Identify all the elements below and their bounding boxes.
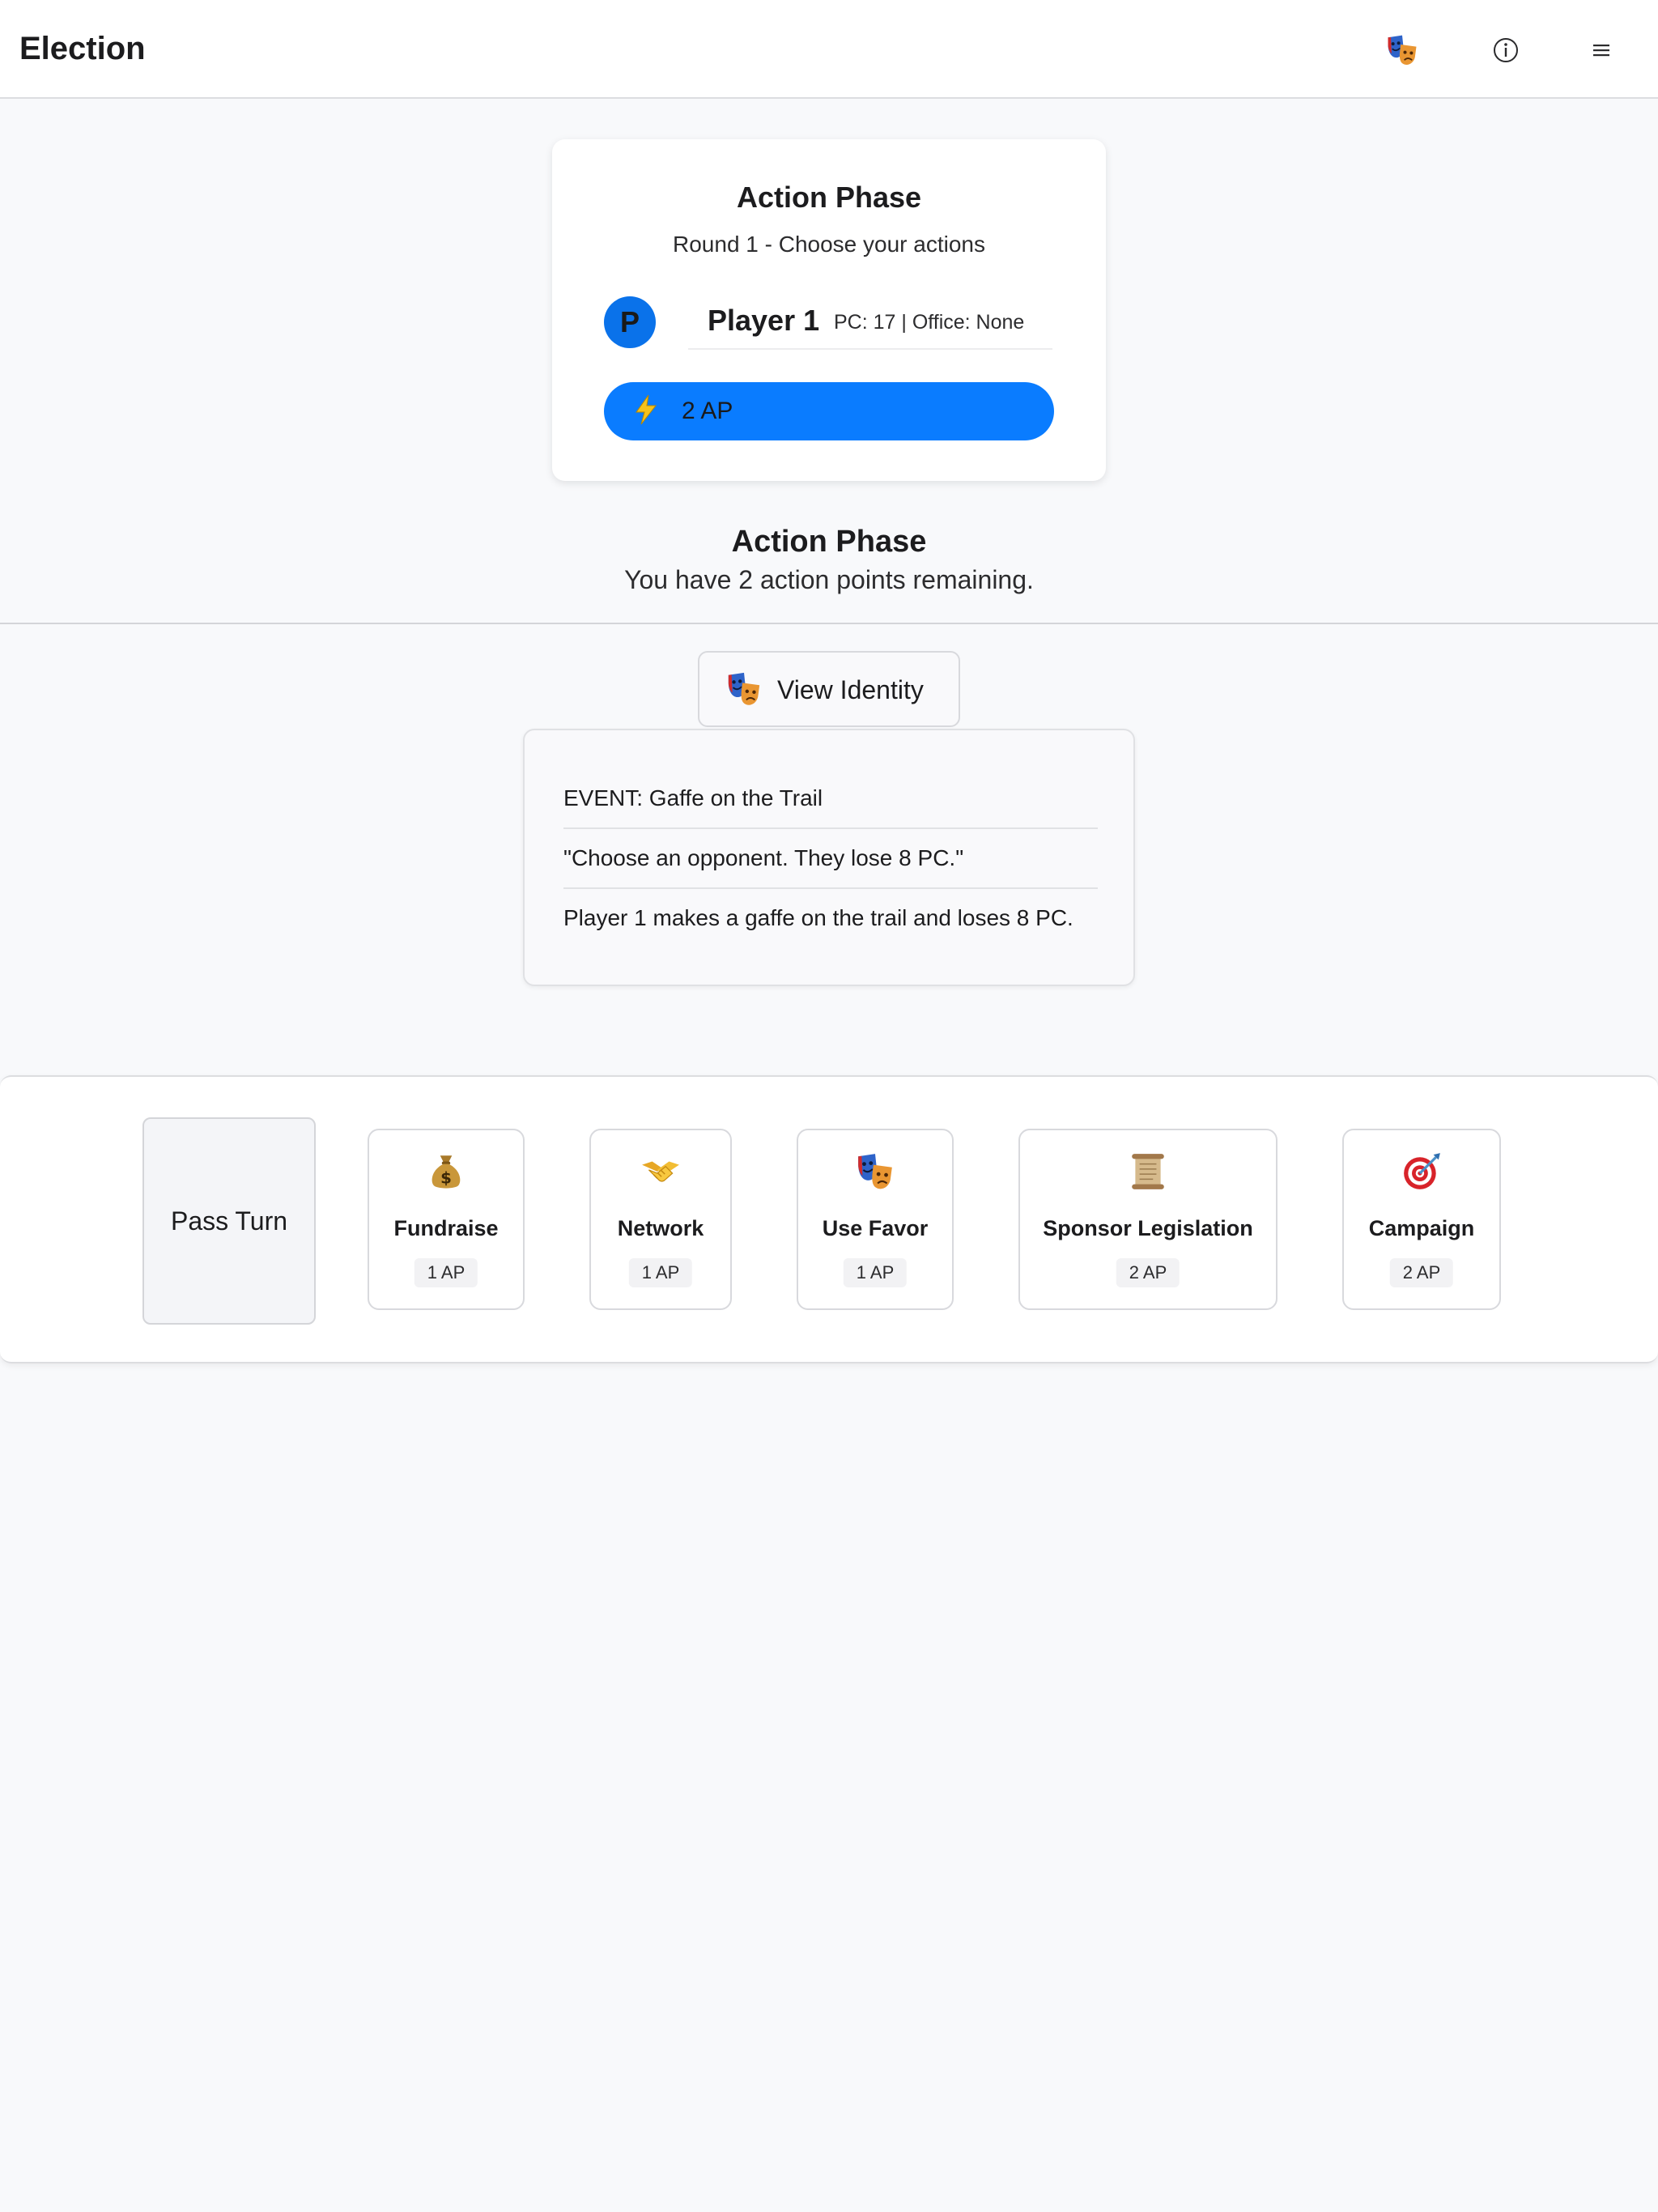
network-action-card[interactable]: Network 1 AP [589,1129,732,1310]
action-name: Sponsor Legislation [1043,1216,1253,1240]
handshake-icon [640,1151,681,1192]
action-cost-badge: 2 AP [1389,1258,1454,1287]
phase-subtitle: Round 1 - Choose your actions [673,232,985,257]
theater-masks-icon [855,1151,895,1192]
theater-masks-icon [725,670,763,708]
action-cost-badge: 1 AP [628,1258,693,1287]
status-title: Action Phase [731,525,927,559]
player-row: Player 1 PC: 17 | Office: None [688,293,1052,350]
action-points-pill[interactable]: 2 AP [604,382,1054,440]
info-icon [1494,38,1518,62]
action-name: Fundraise [393,1216,499,1240]
action-name: Campaign [1368,1216,1475,1240]
avatar: P [604,296,656,348]
money-bag-icon [426,1151,466,1192]
event-quote: "Choose an opponent. They lose 8 PC." [563,845,964,870]
view-identity-label: View Identity [777,675,924,704]
pass-turn-label: Pass Turn [170,1206,288,1236]
lightning-icon [630,393,662,426]
player-stats: PC: 17 | Office: None [834,311,1025,334]
player-name: Player 1 [708,304,820,337]
hamburger-menu-icon [1593,45,1609,57]
target-icon [1401,1151,1442,1192]
event-divider [563,827,1098,829]
divider [0,623,1658,624]
phase-title: Action Phase [736,181,922,214]
action-panel: Pass Turn Fundraise 1 AP Network 1 AP Us… [0,1075,1658,1363]
event-result: Player 1 makes a gaffe on the trail and … [563,905,1073,930]
phase-card: Action Phase Round 1 - Choose your actio… [552,139,1106,481]
fundraise-action-card[interactable]: Fundraise 1 AP [368,1129,525,1310]
identity-button[interactable] [1376,24,1428,76]
info-button[interactable] [1480,24,1532,76]
menu-button[interactable] [1575,24,1627,76]
app-title: Election [19,31,146,66]
campaign-action-card[interactable]: Campaign 2 AP [1342,1129,1501,1310]
action-cost-badge: 1 AP [843,1258,908,1287]
event-title: EVENT: Gaffe on the Trail [563,785,823,810]
action-points-label: 2 AP [682,398,733,424]
event-divider [563,887,1098,889]
action-name: Use Favor [822,1216,929,1240]
scroll-icon [1128,1151,1168,1192]
theater-masks-icon [1385,33,1419,67]
action-cost-badge: 2 AP [1116,1258,1180,1287]
event-card: EVENT: Gaffe on the Trail "Choose an opp… [523,729,1135,986]
top-bar: Election [0,0,1658,99]
action-cost-badge: 1 AP [414,1258,478,1287]
action-name: Network [617,1216,704,1240]
view-identity-button[interactable]: View Identity [698,651,960,727]
pass-turn-button[interactable]: Pass Turn [142,1117,316,1325]
status-subtitle: You have 2 action points remaining. [624,565,1034,594]
sponsor-legislation-action-card[interactable]: Sponsor Legislation 2 AP [1018,1129,1278,1310]
use-favor-action-card[interactable]: Use Favor 1 AP [797,1129,954,1310]
